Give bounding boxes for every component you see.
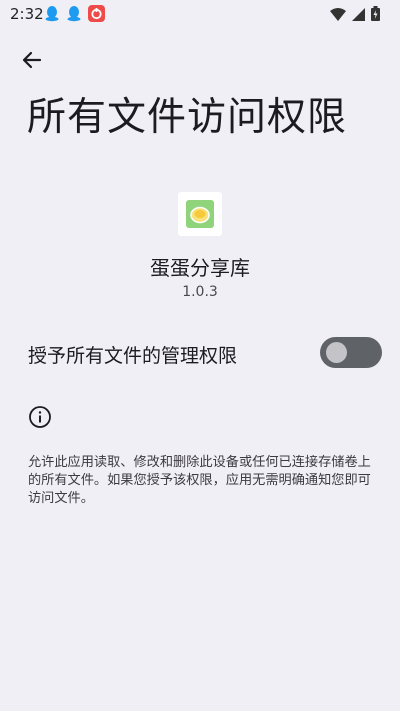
- toggle-thumb: [326, 342, 347, 363]
- qq-icon: [44, 5, 60, 22]
- app-name: 蛋蛋分享库: [150, 256, 250, 280]
- info-icon: [28, 405, 52, 429]
- all-files-permission-row[interactable]: 授予所有文件的管理权限: [0, 330, 400, 376]
- wifi-icon: [330, 6, 346, 25]
- status-time: 2:32: [10, 5, 44, 23]
- system-icons: [330, 6, 380, 25]
- app-icon: [178, 192, 222, 236]
- arrow-back-icon: [22, 51, 42, 69]
- battery-icon: [371, 6, 380, 25]
- notification-icons: [44, 5, 105, 22]
- app-version: 1.0.3: [182, 284, 218, 300]
- permission-label: 授予所有文件的管理权限: [28, 345, 238, 367]
- qq-icon: [66, 5, 82, 22]
- cellular-signal-icon: [352, 6, 365, 25]
- permission-description: 允许此应用读取、修改和删除此设备或任何已连接存储卷上的所有文件。如果您授予该权限…: [28, 455, 371, 506]
- back-button[interactable]: [18, 46, 46, 74]
- page-title: 所有文件访问权限: [27, 95, 348, 140]
- status-bar: 2:32: [0, 0, 400, 28]
- app-notification-icon: [88, 5, 105, 22]
- permission-toggle[interactable]: [320, 337, 382, 368]
